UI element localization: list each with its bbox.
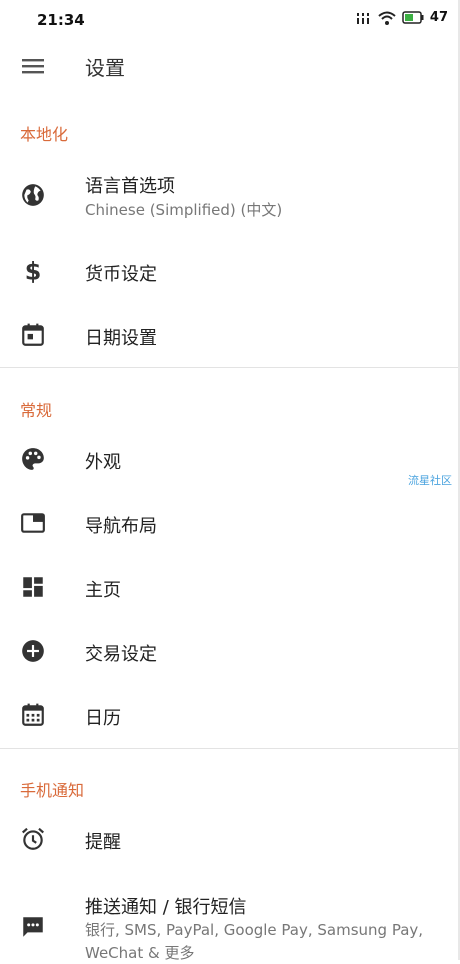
calendar-icon bbox=[22, 323, 44, 346]
menu-icon[interactable] bbox=[19, 52, 47, 80]
divider bbox=[0, 367, 460, 368]
nav-layout-title: 导航布局 bbox=[85, 516, 157, 537]
status-icons: 47 bbox=[356, 10, 448, 25]
transaction-title: 交易设定 bbox=[85, 644, 157, 665]
palette-icon bbox=[22, 448, 44, 470]
settings-item-currency[interactable]: $ 货币设定 bbox=[0, 244, 460, 300]
section-header-notifications: 手机通知 bbox=[20, 781, 85, 800]
section-header-general: 常规 bbox=[20, 401, 53, 420]
dashboard-icon bbox=[23, 577, 43, 597]
push-subtitle-line2: WeChat & 更多 bbox=[85, 944, 195, 962]
settings-item-appearance[interactable]: 外观 bbox=[0, 432, 460, 488]
status-bar: 21:34 47 bbox=[0, 0, 460, 40]
appearance-title: 外观 bbox=[85, 452, 121, 473]
battery-icon bbox=[402, 11, 424, 24]
status-time: 21:34 bbox=[37, 11, 85, 29]
svg-text:$: $ bbox=[25, 258, 42, 284]
currency-title: 货币设定 bbox=[85, 264, 157, 285]
wifi-icon bbox=[378, 11, 396, 25]
calendar-title: 日历 bbox=[85, 708, 121, 729]
battery-level: 47 bbox=[429, 10, 448, 25]
settings-item-transaction[interactable]: 交易设定 bbox=[0, 624, 460, 680]
message-icon bbox=[23, 917, 43, 937]
settings-item-push-notifications[interactable]: 推送通知 / 银行短信 银行, SMS, PayPal, Google Pay,… bbox=[0, 880, 460, 962]
alarm-clock-icon bbox=[21, 827, 45, 850]
settings-item-date[interactable]: 日期设置 bbox=[0, 308, 460, 364]
settings-item-calendar[interactable]: 日历 bbox=[0, 688, 460, 744]
page-title: 设置 bbox=[85, 56, 125, 80]
home-title: 主页 bbox=[85, 580, 121, 601]
dollar-icon: $ bbox=[25, 258, 42, 284]
language-title: 语言首选项 bbox=[85, 176, 175, 197]
settings-item-home[interactable]: 主页 bbox=[0, 560, 460, 616]
reminder-title: 提醒 bbox=[85, 832, 121, 853]
settings-item-reminder[interactable]: 提醒 bbox=[0, 812, 460, 868]
language-subtitle: Chinese (Simplified) (中文) bbox=[85, 201, 283, 219]
signal-icon bbox=[356, 12, 369, 24]
date-title: 日期设置 bbox=[85, 328, 157, 349]
divider bbox=[0, 748, 460, 749]
calendar-grid-icon bbox=[22, 703, 44, 726]
nav-layout-icon bbox=[21, 513, 45, 533]
settings-item-nav-layout[interactable]: 导航布局 bbox=[0, 496, 460, 552]
watermark-text: 流星社区 bbox=[408, 474, 452, 487]
settings-item-language[interactable]: 语言首选项 Chinese (Simplified) (中文) bbox=[0, 164, 460, 228]
push-title: 推送通知 / 银行短信 bbox=[85, 897, 247, 918]
globe-icon bbox=[22, 184, 44, 206]
push-subtitle-line1: 银行, SMS, PayPal, Google Pay, Samsung Pay… bbox=[85, 921, 424, 939]
app-bar: 设置 bbox=[0, 40, 460, 92]
section-header-localization: 本地化 bbox=[20, 125, 69, 144]
add-circle-icon bbox=[22, 640, 44, 662]
